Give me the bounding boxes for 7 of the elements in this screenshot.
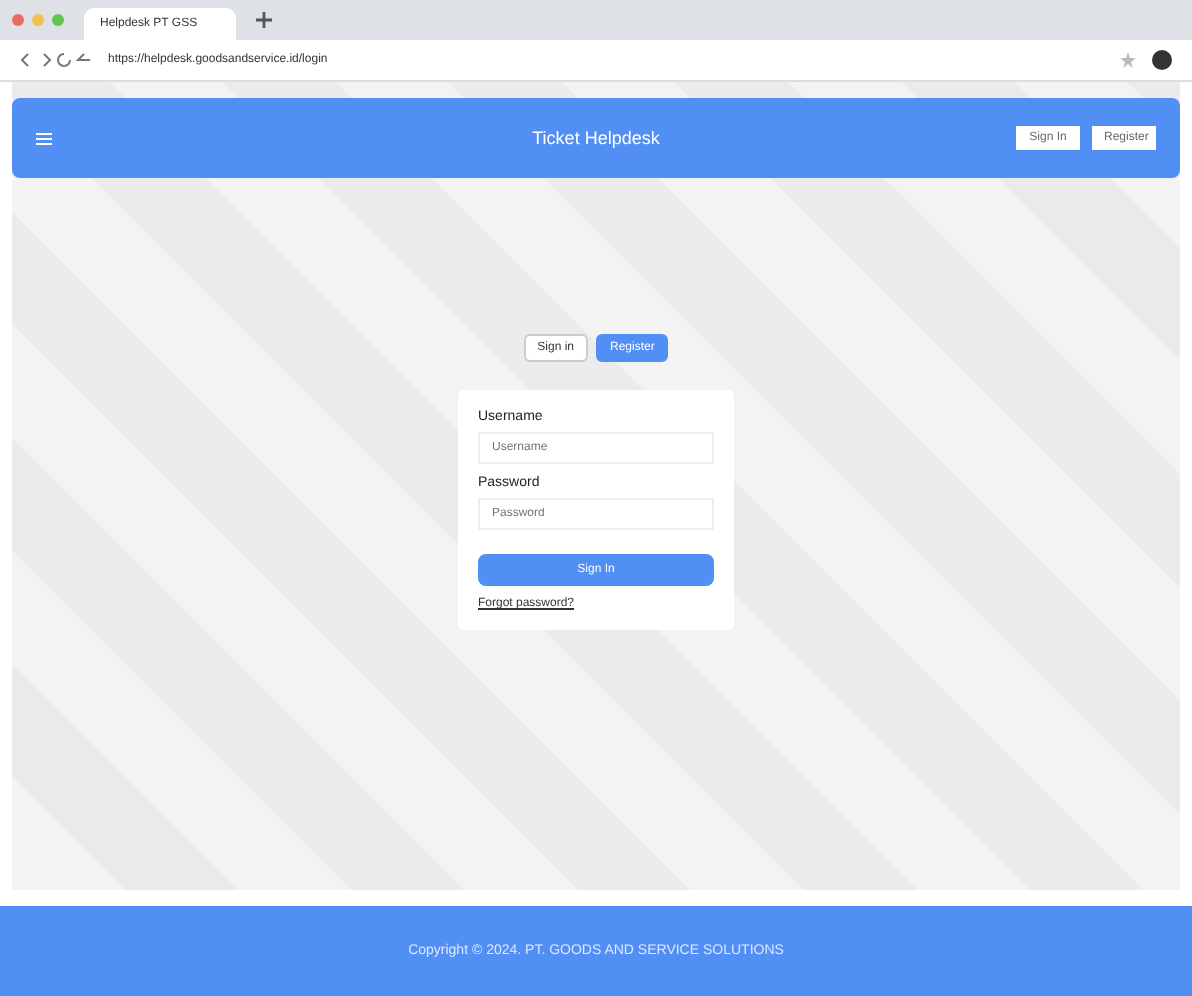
maximize-window-icon[interactable] xyxy=(52,14,64,26)
star-icon[interactable] xyxy=(1120,52,1136,68)
navigation-icon[interactable] xyxy=(20,52,92,68)
close-window-icon[interactable] xyxy=(12,14,24,26)
new-tab-icon[interactable] xyxy=(256,12,272,28)
app-title: Ticket Helpdesk xyxy=(532,128,660,148)
menu-icon[interactable] xyxy=(36,131,52,145)
